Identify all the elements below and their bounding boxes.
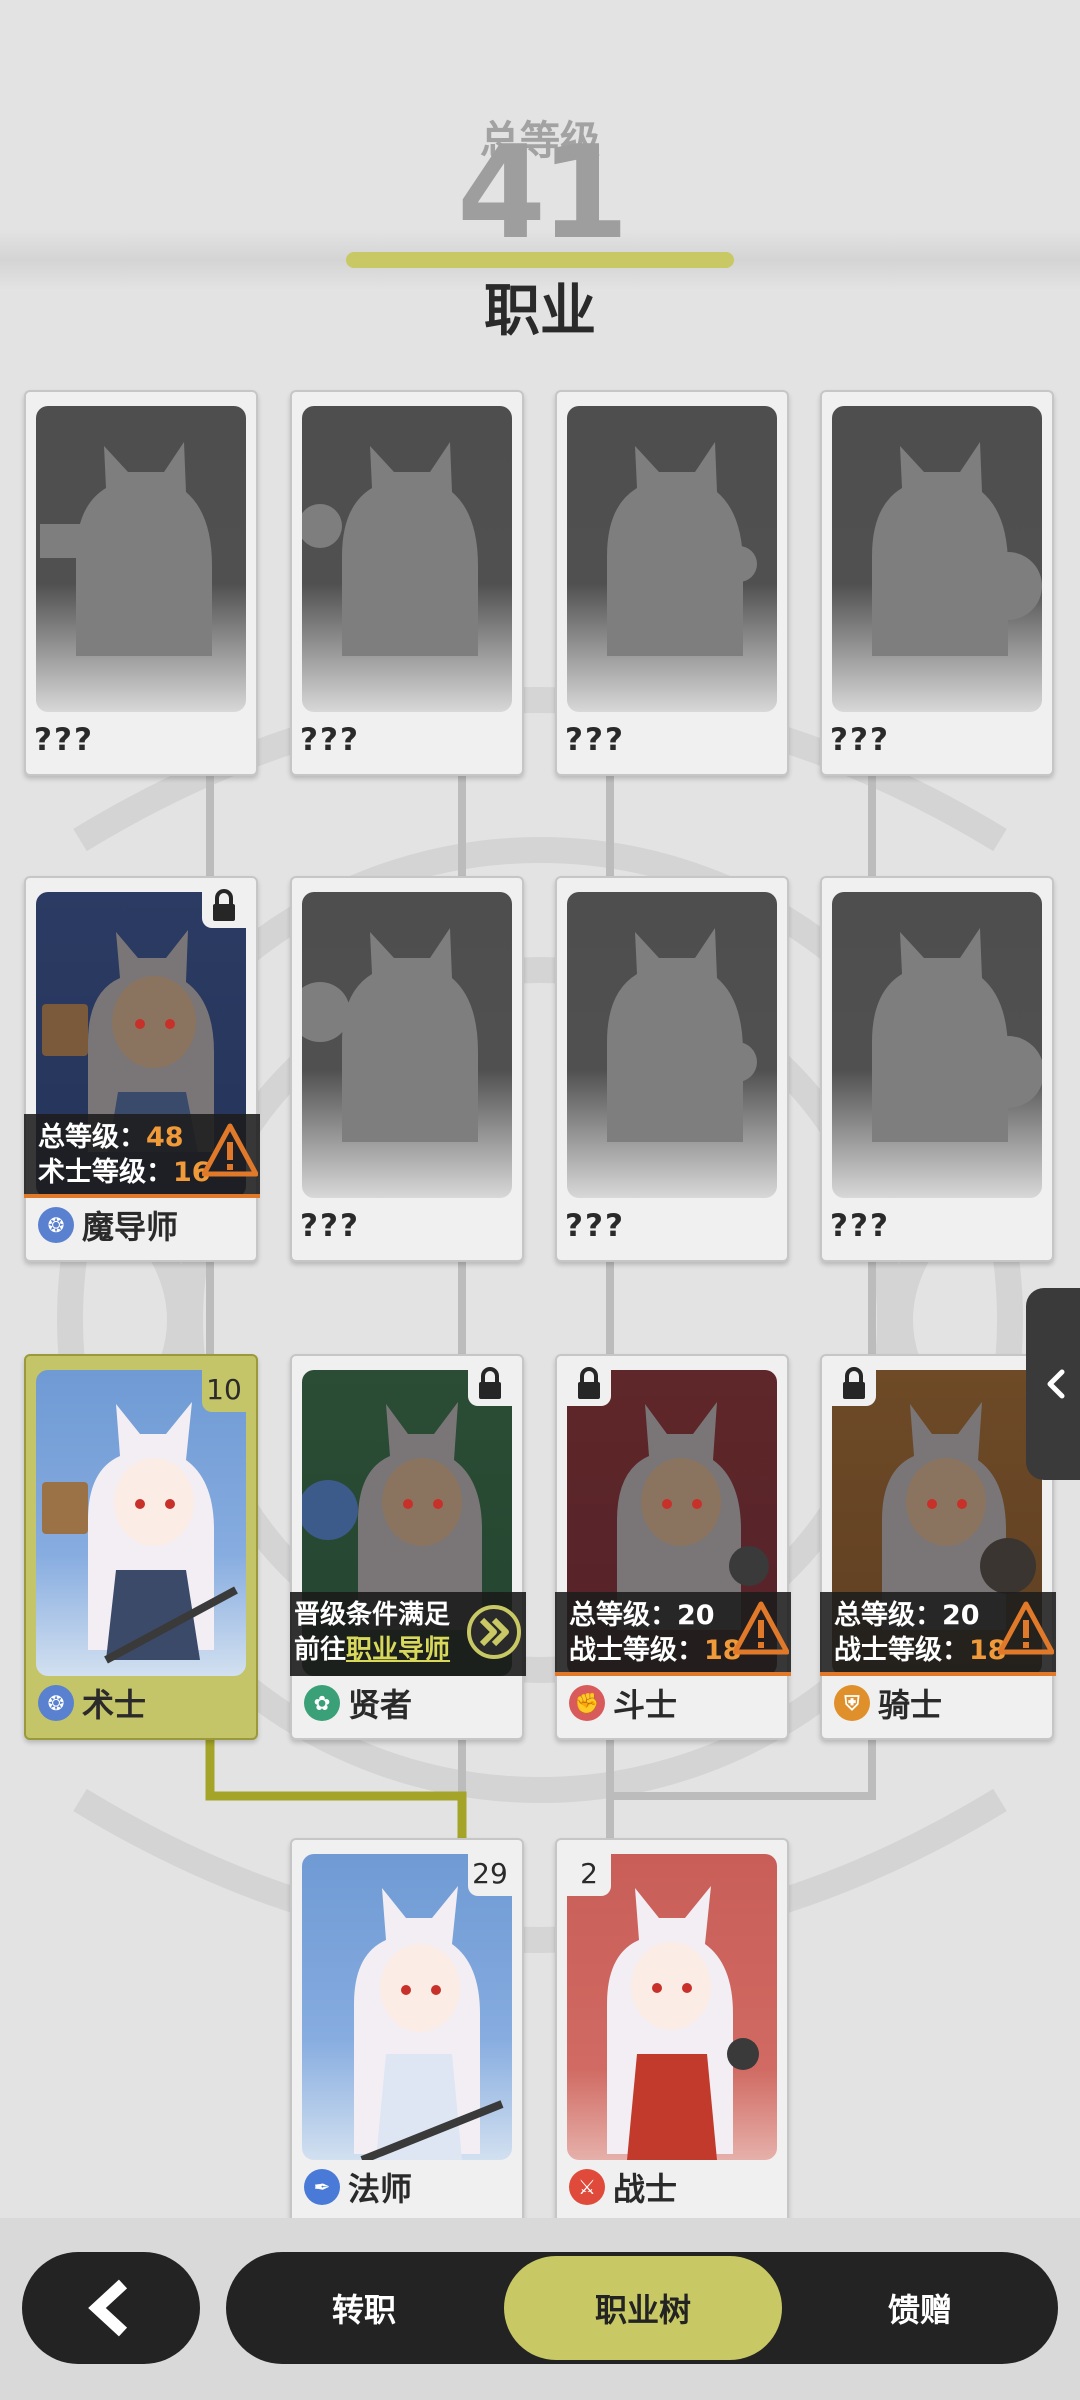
tab-job-tree[interactable]: 职业树 [504, 2256, 782, 2360]
job-card-unknown[interactable]: ??? [555, 390, 789, 776]
job-name: 魔导师 [82, 1208, 179, 1246]
total-level-value: 41 [456, 119, 629, 268]
back-button[interactable] [22, 2252, 200, 2364]
job-name-row: ✊ 斗士 [569, 1680, 677, 1726]
side-panel-toggle[interactable] [1026, 1288, 1080, 1480]
silhouette-image [567, 892, 777, 1198]
back-arrow-icon [88, 2279, 128, 2337]
job-name: 贤者 [348, 1686, 413, 1724]
job-card-unknown[interactable]: ??? [820, 390, 1054, 776]
silhouette-image [302, 892, 512, 1198]
requirement-panel: 总等级：20 战士等级：18 [555, 1592, 791, 1676]
job-name-unknown: ??? [830, 1208, 890, 1244]
silhouette-image [36, 406, 246, 712]
job-card-mage-master[interactable]: 总等级：48 术士等级：16 ❂ 魔导师 [24, 876, 260, 1262]
job-name-row: ✿ 贤者 [304, 1680, 412, 1726]
warrior-class-icon: ⚔ [569, 2169, 605, 2205]
job-card-unknown[interactable]: ??? [290, 876, 524, 1262]
job-name-row: ⛨ 骑士 [834, 1680, 942, 1726]
job-card-sage[interactable]: 晋级条件满足 前往职业导师 ✿ 贤者 [290, 1354, 526, 1740]
job-mentor-link[interactable]: 职业导师 [346, 1635, 450, 1665]
job-card-warrior[interactable]: 2 ⚔ 战士 [555, 1838, 789, 2224]
silhouette-image [832, 406, 1042, 712]
warlock-class-icon: ❂ [38, 1685, 74, 1721]
job-card-fighter[interactable]: 总等级：20 战士等级：18 ✊ 斗士 [555, 1354, 791, 1740]
job-name: 术士 [82, 1686, 147, 1724]
job-name-row: ❂ 术士 [38, 1680, 146, 1726]
silhouette-image [302, 406, 512, 712]
chevron-left-icon [1047, 1369, 1065, 1399]
job-name-unknown: ??? [830, 722, 890, 758]
job-card-unknown[interactable]: ??? [555, 876, 789, 1262]
silhouette-image [832, 892, 1042, 1198]
job-name: 骑士 [878, 1686, 943, 1724]
lock-icon [202, 884, 246, 928]
bottom-tab-bar: 转职 职业树 馈赠 [226, 2252, 1058, 2364]
warning-icon [733, 1601, 789, 1655]
job-name-unknown: ??? [300, 722, 360, 758]
job-card-unknown[interactable]: ??? [820, 876, 1054, 1262]
warrior-portrait [567, 1854, 777, 2160]
knight-class-icon: ⛨ [834, 1685, 870, 1721]
job-card-warlock[interactable]: 10 ❂ 术士 [24, 1354, 258, 1740]
requirement-panel: 总等级：20 战士等级：18 [820, 1592, 1056, 1676]
tab-transfer[interactable]: 转职 [226, 2252, 502, 2364]
job-name-unknown: ??? [565, 1208, 625, 1244]
job-card-mage[interactable]: 29 ✒ 法师 [290, 1838, 524, 2224]
mage-class-icon: ✒ [304, 2169, 340, 2205]
job-level-badge: 29 [468, 1852, 512, 1896]
mage-portrait [302, 1854, 512, 2160]
lock-icon [468, 1362, 512, 1406]
job-level-badge: 2 [567, 1852, 611, 1896]
sage-class-icon: ✿ [304, 1685, 340, 1721]
mage-master-class-icon: ❂ [38, 1207, 74, 1243]
job-card-unknown[interactable]: ??? [24, 390, 258, 776]
job-name-row: ⚔ 战士 [569, 2164, 677, 2210]
job-name: 战士 [613, 2170, 678, 2208]
lock-icon [567, 1362, 611, 1406]
job-name-row: ❂ 魔导师 [38, 1202, 178, 1248]
job-name-unknown: ??? [565, 722, 625, 758]
silhouette-image [567, 406, 777, 712]
page-title: 职业 [484, 279, 596, 344]
promotion-hint[interactable]: 晋级条件满足 前往职业导师 [290, 1592, 526, 1676]
warning-icon [998, 1601, 1054, 1655]
job-name: 斗士 [613, 1686, 678, 1724]
double-chevron-icon [467, 1605, 521, 1659]
job-name-row: ✒ 法师 [304, 2164, 412, 2210]
fighter-class-icon: ✊ [569, 1685, 605, 1721]
requirement-panel: 总等级：48 术士等级：16 [24, 1114, 260, 1198]
job-card-unknown[interactable]: ??? [290, 390, 524, 776]
job-name-unknown: ??? [34, 722, 94, 758]
warlock-portrait [36, 1370, 246, 1676]
lock-icon [832, 1362, 876, 1406]
job-name-unknown: ??? [300, 1208, 360, 1244]
warning-icon [202, 1123, 258, 1177]
job-name: 法师 [348, 2170, 413, 2208]
job-level-badge: 10 [202, 1368, 246, 1412]
tab-gift[interactable]: 馈赠 [782, 2252, 1058, 2364]
job-card-knight[interactable]: 总等级：20 战士等级：18 ⛨ 骑士 [820, 1354, 1056, 1740]
